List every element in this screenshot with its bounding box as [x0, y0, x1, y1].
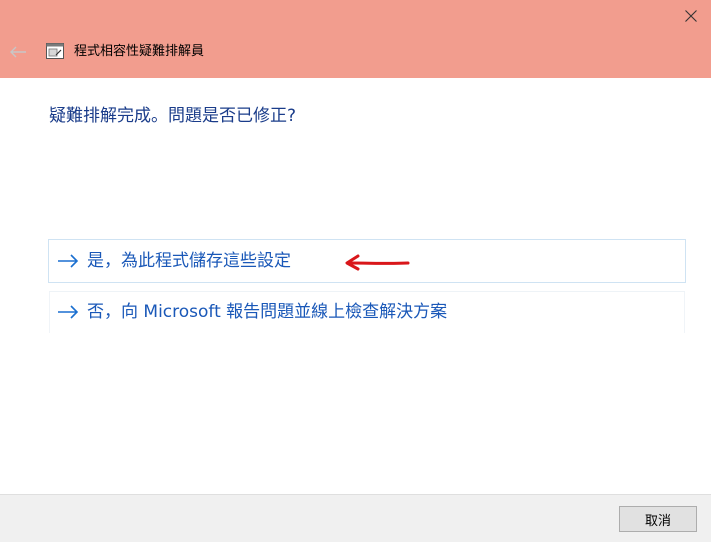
option-report-problem-label: 否，向 Microsoft 報告問題並線上檢查解決方案 [87, 302, 448, 322]
troubleshooter-app-icon [46, 43, 64, 59]
back-button[interactable] [6, 42, 30, 62]
completion-question: 疑難排解完成。問題是否已修正? [49, 106, 297, 126]
right-arrow-icon [57, 253, 79, 269]
red-pointer-arrow-icon [345, 254, 410, 271]
back-arrow-icon [10, 46, 26, 58]
title-bar: 程式相容性疑難排解員 [0, 0, 711, 78]
close-icon [685, 10, 697, 22]
window-title: 程式相容性疑難排解員 [74, 44, 205, 59]
cancel-button[interactable]: 取消 [619, 506, 697, 532]
right-arrow-icon [57, 304, 79, 320]
option-report-problem[interactable]: 否，向 Microsoft 報告問題並線上檢查解決方案 [48, 290, 686, 334]
close-button[interactable] [674, 0, 708, 32]
option-save-settings-label: 是，為此程式儲存這些設定 [87, 251, 291, 271]
footer-bar [0, 494, 711, 542]
